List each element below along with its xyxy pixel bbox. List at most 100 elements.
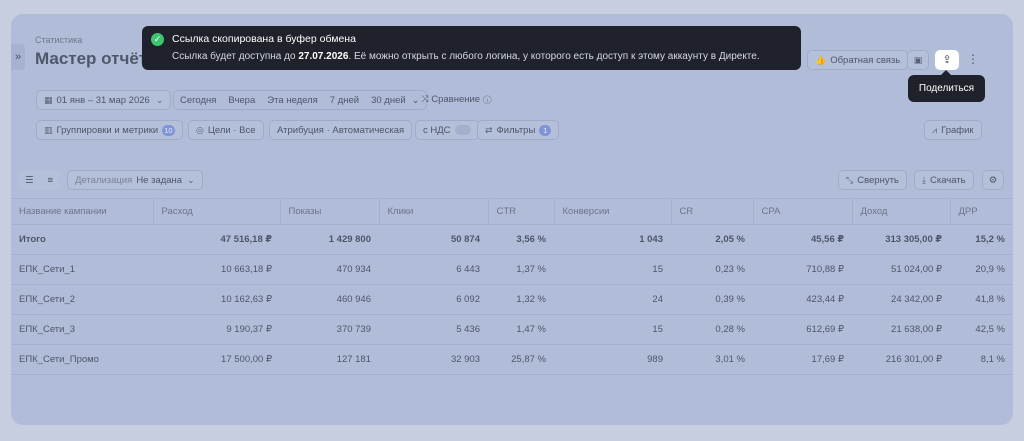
cell: 470 934 (280, 254, 379, 285)
preset-7-days[interactable]: 7 дней (324, 95, 365, 106)
cell: 0,28 % (671, 314, 753, 345)
columns-icon: ▥ (44, 124, 53, 135)
cell: 24 342,00 ₽ (852, 284, 950, 315)
cell: 47 516,18 ₽ (153, 224, 280, 255)
feedback-label: Обратная связь (830, 54, 901, 66)
groupings-label: Группировки и метрики (56, 124, 159, 136)
toast-text-before: Ссылка будет доступна до (172, 51, 299, 62)
groupings-button[interactable]: ▥ Группировки и метрики 10 (36, 120, 183, 140)
cell: 20,9 % (950, 254, 1013, 285)
vat-switch[interactable] (454, 125, 471, 135)
preset-30-days[interactable]: 30 дней (365, 95, 412, 106)
toast-date: 27.07.2026 (298, 51, 349, 62)
download-label: Скачать (929, 174, 966, 186)
copy-link-toast: ✓ Ссылка скопирована в буфер обмена Ссыл… (142, 26, 801, 70)
column-header[interactable]: Доход (852, 198, 951, 225)
list-view-icon[interactable]: ≡ (47, 175, 53, 186)
cell: 8,1 % (950, 344, 1013, 375)
toast-text-after: . Её можно открыть с любого логина, у ко… (348, 51, 760, 62)
column-header[interactable]: Расход (153, 198, 281, 225)
cell: 17,69 ₽ (753, 344, 852, 375)
preset-this-week[interactable]: Эта неделя (261, 95, 324, 106)
column-header[interactable]: Название кампании (11, 198, 154, 225)
table-settings-button[interactable]: ⚙ (982, 170, 1004, 190)
cell: 1,37 % (488, 254, 554, 285)
target-icon: ◎ (196, 124, 204, 135)
cell: 25,87 % (488, 344, 554, 375)
toast-title: Ссылка скопирована в буфер обмена (172, 33, 356, 45)
calendar-icon: ▦ (44, 94, 53, 105)
cell: 1 429 800 (280, 224, 379, 255)
campaign-name-cell[interactable]: ЕПК_Сети_Промо (11, 344, 153, 375)
gear-icon: ⚙ (988, 174, 998, 186)
column-header[interactable]: Клики (379, 198, 489, 225)
cell: 15 (554, 254, 671, 285)
groupings-count-badge: 10 (162, 124, 175, 136)
share-button[interactable]: ⇪ (935, 50, 959, 70)
cell: 32 903 (379, 344, 488, 375)
breadcrumb[interactable]: Статистика (35, 35, 82, 45)
campaign-name-cell[interactable]: ЕПК_Сети_1 (11, 254, 153, 285)
cell: 41,8 % (950, 284, 1013, 315)
campaign-name-cell[interactable]: ЕПК_Сети_3 (11, 314, 153, 345)
attribution-button[interactable]: Атрибуция · Автоматическая (269, 120, 413, 140)
more-icon: ⋮ (967, 52, 979, 66)
collapse-icon: ⤡ (846, 174, 854, 185)
preset-yesterday[interactable]: Вчера (222, 95, 261, 106)
cell: 10 663,18 ₽ (153, 254, 280, 285)
cell: 45,56 ₽ (753, 224, 852, 255)
more-button[interactable]: ⋮ (967, 52, 979, 66)
cell: 423,44 ₽ (753, 284, 852, 315)
detail-value: Не задана (136, 174, 183, 186)
chevron-down-icon: ⌄ (155, 94, 164, 105)
date-range-picker[interactable]: ▦ 01 янв – 31 мар 2026 ⌄ (36, 90, 172, 110)
report-table: Название кампании Расход Показы Клики CT… (11, 198, 1013, 375)
cell: 0,39 % (671, 284, 753, 315)
chart-button[interactable]: ⩘ График (924, 120, 982, 140)
column-header[interactable]: Конверсии (554, 198, 672, 225)
table-total-row: Итого 47 516,18 ₽ 1 429 800 50 874 3,56 … (11, 224, 1013, 255)
download-button[interactable]: ⤓ Скачать (914, 170, 974, 190)
detail-select[interactable]: Детализация Не задана ⌄ (67, 170, 203, 190)
share-tooltip: Поделиться (908, 70, 985, 102)
cell: 5 436 (379, 314, 488, 345)
cell: 6 443 (379, 254, 488, 285)
filters-button[interactable]: ⇄ Фильтры 1 (477, 120, 560, 140)
campaign-name-cell[interactable]: ЕПК_Сети_2 (11, 284, 153, 315)
cell: 42,5 % (950, 314, 1013, 345)
cell: 3,56 % (488, 224, 554, 255)
cell: 6 092 (379, 284, 488, 315)
cell: 3,01 % (671, 344, 753, 375)
goals-label: Цели · Все (207, 124, 256, 136)
collapse-button[interactable]: ⤡ Свернуть (838, 170, 907, 190)
save-icon: ▣ (913, 54, 923, 65)
view-toggle[interactable]: ☰ ≡ (19, 170, 59, 190)
cell: 313 305,00 ₽ (852, 224, 950, 255)
feedback-button[interactable]: 👍 Обратная связь (807, 50, 909, 70)
preset-today[interactable]: Сегодня (174, 95, 222, 106)
cell: 9 190,37 ₽ (153, 314, 280, 345)
attribution-label: Атрибуция · Автоматическая (277, 124, 405, 136)
table-row: ЕПК_Сети_2 10 162,63 ₽ 460 946 6 092 1,3… (11, 284, 1013, 315)
compact-view-icon[interactable]: ☰ (25, 175, 34, 186)
save-button[interactable]: ▣ (907, 50, 929, 70)
vat-toggle[interactable]: с НДС (415, 120, 479, 140)
goals-button[interactable]: ◎ Цели · Все (188, 120, 264, 140)
vat-label: с НДС (423, 124, 451, 136)
table-header-row: Название кампании Расход Показы Клики CT… (11, 198, 1013, 225)
column-header[interactable]: Показы (280, 198, 380, 225)
cell: 2,05 % (671, 224, 753, 255)
cell: 15 (554, 314, 671, 345)
column-header[interactable]: ДРР (950, 198, 1013, 225)
column-header[interactable]: CTR (488, 198, 555, 225)
cell: Итого (11, 224, 153, 255)
cell: 216 301,00 ₽ (852, 344, 950, 375)
compare-toggle[interactable]: ⤨ Сравнение ⓘ (421, 94, 492, 105)
sidebar-expand-button[interactable]: » (11, 44, 25, 70)
compare-label: Сравнение (431, 94, 481, 105)
cell: 460 946 (280, 284, 379, 315)
date-range-label: 01 янв – 31 мар 2026 (56, 94, 150, 106)
filter-icon: ⇄ (485, 124, 493, 135)
column-header[interactable]: CR (671, 198, 754, 225)
column-header[interactable]: CPA (753, 198, 853, 225)
